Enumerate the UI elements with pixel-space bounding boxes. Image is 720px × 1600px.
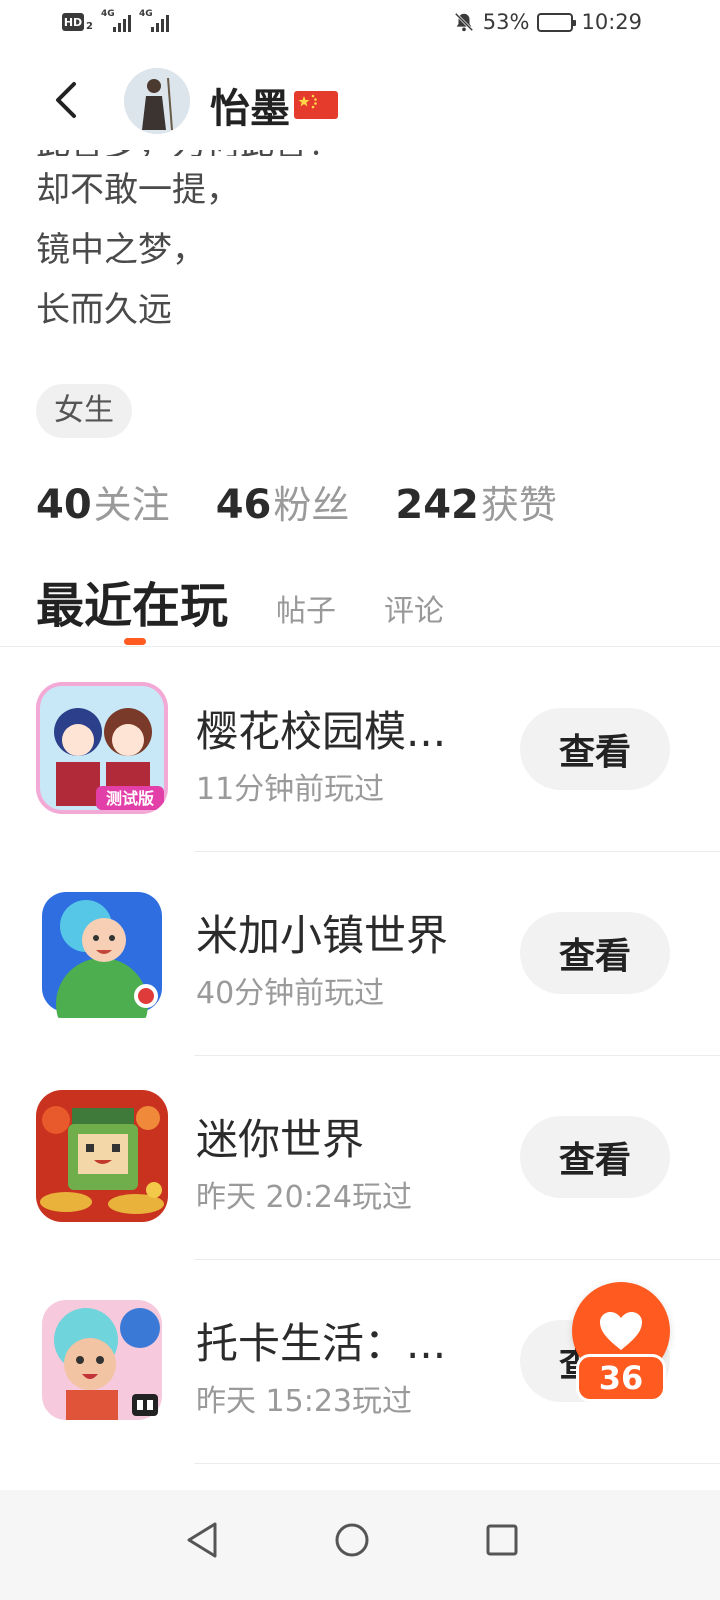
tab-indicator bbox=[124, 638, 146, 645]
stat-number: 40 bbox=[36, 482, 92, 528]
chevron-left-icon bbox=[56, 82, 76, 118]
tab-posts[interactable]: 帖子 bbox=[276, 586, 336, 644]
view-button[interactable]: 查看 bbox=[520, 912, 670, 994]
signal-icon: 4G bbox=[101, 10, 131, 32]
nav-home-button[interactable] bbox=[322, 1510, 382, 1570]
view-button[interactable]: 查看 bbox=[520, 1116, 670, 1198]
status-bar: HD 2 4G 4G 53% 10:29 bbox=[0, 0, 720, 50]
square-recents-icon bbox=[486, 1524, 518, 1556]
profile-header: 怡墨 bbox=[0, 60, 720, 150]
game-name: 樱花校园模... bbox=[196, 707, 447, 756]
gender-tag: 女生 bbox=[36, 384, 132, 438]
circle-home-icon bbox=[335, 1523, 369, 1557]
game-icon-miga-town bbox=[36, 886, 168, 1018]
bio: 此言多，为何此言？ 却不敢一提， 镜中之梦， 长而久远 bbox=[36, 126, 676, 340]
stat-label: 粉丝 bbox=[273, 483, 350, 527]
game-played-time: 昨天 20:24玩过 bbox=[196, 1180, 412, 1215]
system-nav-bar bbox=[0, 1490, 720, 1600]
tab-comments[interactable]: 评论 bbox=[384, 586, 444, 644]
game-row[interactable]: 测试版 樱花校园模... 11分钟前玩过 查看 bbox=[0, 648, 720, 852]
view-button[interactable]: 查看 bbox=[520, 708, 670, 790]
stats-row: 40 关注 46 粉丝 242 获赞 bbox=[36, 474, 557, 529]
like-count: 36 bbox=[576, 1354, 666, 1402]
profile-name-text: 怡墨 bbox=[210, 86, 290, 132]
nav-back-button[interactable] bbox=[172, 1510, 232, 1570]
game-name: 米加小镇世界 bbox=[196, 911, 449, 960]
icon-badge-text: 测试版 bbox=[106, 789, 154, 808]
profile-name: 怡墨 bbox=[210, 76, 340, 134]
stat-following[interactable]: 40 关注 bbox=[36, 474, 170, 529]
battery-icon bbox=[537, 12, 577, 32]
tab-recently-played[interactable]: 最近在玩 bbox=[36, 566, 228, 644]
avatar[interactable] bbox=[124, 68, 190, 134]
profile-page: HD 2 4G 4G 53% 10:29 此言多，为何此言？ bbox=[0, 0, 720, 1600]
game-name: 迷你世界 bbox=[196, 1115, 365, 1164]
heart-icon bbox=[600, 1312, 642, 1350]
like-button[interactable]: 36 bbox=[572, 1282, 672, 1406]
china-flag-icon bbox=[294, 91, 338, 119]
triangle-back-icon bbox=[187, 1522, 217, 1558]
stat-label: 关注 bbox=[93, 483, 170, 527]
divider bbox=[0, 646, 720, 647]
bio-line: 镜中之梦， bbox=[36, 230, 206, 270]
battery-percent: 53% bbox=[482, 10, 530, 34]
row-divider bbox=[194, 1463, 720, 1464]
bell-muted-icon bbox=[454, 12, 474, 32]
bio-line: 却不敢一提， bbox=[36, 170, 240, 210]
game-icon-toca-life bbox=[36, 1294, 168, 1426]
profile-tabs: 最近在玩 帖子 评论 bbox=[36, 566, 444, 644]
game-played-time: 昨天 15:23玩过 bbox=[196, 1384, 412, 1419]
signal-icon-2: 4G bbox=[139, 10, 169, 32]
game-played-time: 40分钟前玩过 bbox=[196, 976, 385, 1011]
back-button[interactable] bbox=[44, 78, 88, 122]
avatar-image bbox=[124, 68, 190, 134]
hd-sub: 2 bbox=[86, 20, 93, 32]
clock: 10:29 bbox=[581, 10, 642, 34]
stat-label: 获赞 bbox=[480, 483, 557, 527]
stat-likes[interactable]: 242 获赞 bbox=[395, 474, 557, 529]
nav-recents-button[interactable] bbox=[472, 1510, 532, 1570]
stat-number: 46 bbox=[215, 482, 272, 528]
game-row[interactable]: 迷你世界 昨天 20:24玩过 查看 bbox=[0, 1056, 720, 1260]
game-played-time: 11分钟前玩过 bbox=[196, 772, 385, 807]
stat-number: 242 bbox=[395, 482, 479, 528]
game-row[interactable]: 米加小镇世界 40分钟前玩过 查看 bbox=[0, 852, 720, 1056]
bio-line: 长而久远 bbox=[36, 290, 172, 330]
game-name: 托卡生活：... bbox=[196, 1319, 447, 1368]
game-icon-mini-world bbox=[36, 1090, 168, 1222]
game-icon-sakura-school: 测试版 bbox=[36, 682, 168, 814]
hd-badge: HD bbox=[62, 13, 84, 31]
stat-followers[interactable]: 46 粉丝 bbox=[216, 474, 350, 529]
